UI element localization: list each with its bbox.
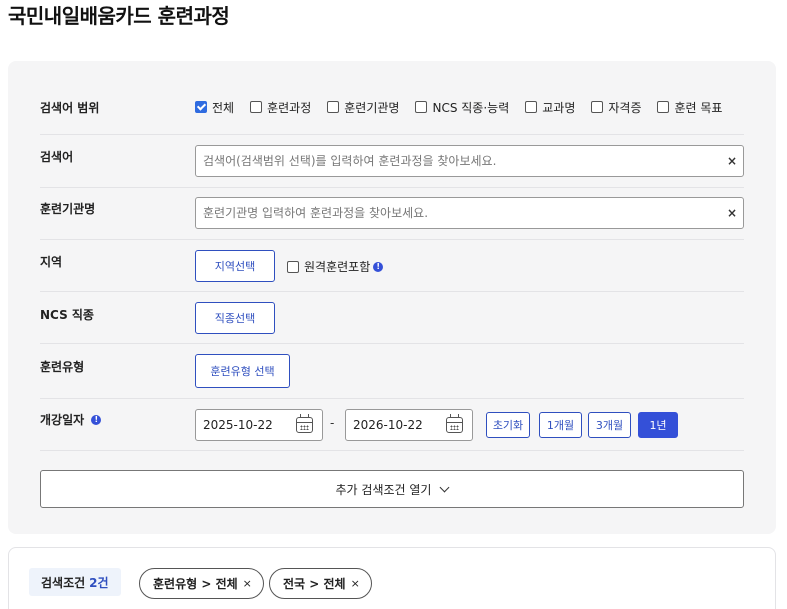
checkbox-icon[interactable] [591, 101, 604, 113]
training-type-row: 훈련유형 훈련유형 선택 [40, 344, 744, 399]
close-icon[interactable]: × [727, 206, 737, 220]
start-date-to-input[interactable]: 2026-10-22 [345, 409, 473, 441]
info-icon[interactable]: ! [91, 415, 102, 425]
scope-option-course[interactable]: 훈련과정 [250, 99, 311, 116]
checkbox-icon[interactable] [415, 101, 428, 113]
scope-option-ncs[interactable]: NCS 직종·능력 [415, 99, 509, 116]
period-buttons: 초기화 1개월 3개월 1년 [486, 412, 686, 438]
more-conditions-button[interactable]: 추가 검색조건 열기 [40, 470, 744, 508]
region-label: 지역 [40, 255, 63, 269]
training-type-label: 훈련유형 [40, 360, 85, 374]
start-date-row: 개강일자 ! 2025-10-22 - 2026-10-22 초기화 1개월 3… [40, 399, 744, 451]
search-conditions-count: 2건 [89, 575, 109, 590]
search-conditions-panel: 검색조건 2건 훈련유형 > 전체 × 전국 > 전체 × [8, 547, 776, 609]
keyword-field[interactable]: × [195, 145, 744, 177]
keyword-input[interactable] [203, 154, 713, 168]
training-type-select-button[interactable]: 훈련유형 선택 [195, 354, 290, 388]
info-icon[interactable]: ! [373, 261, 384, 272]
condition-chip-region[interactable]: 전국 > 전체 × [269, 568, 372, 599]
close-icon[interactable]: × [727, 154, 737, 168]
institution-row: 훈련기관명 × [40, 188, 744, 240]
start-date-label: 개강일자 ! [40, 411, 102, 428]
close-icon[interactable]: × [243, 577, 252, 590]
calendar-icon[interactable] [446, 414, 463, 433]
search-conditions-label: 검색조건 2건 [29, 568, 121, 596]
period-1year-button[interactable]: 1년 [638, 412, 678, 438]
search-scope-label: 검색어 범위 [40, 101, 100, 115]
condition-chip-training-type[interactable]: 훈련유형 > 전체 × [139, 568, 264, 599]
page-title: 국민내일배움카드 훈련과정 [8, 4, 230, 28]
calendar-icon[interactable] [296, 414, 313, 433]
close-icon[interactable]: × [351, 577, 360, 590]
remote-training-checkbox[interactable]: 원격훈련포함 ! [287, 258, 384, 275]
ncs-row: NCS 직종 직종선택 [40, 292, 744, 344]
search-scope-row: 검색어 범위 전체 훈련과정 훈련기관명 NCS 직종·능력 교과명 자격증 훈… [40, 86, 744, 135]
checkbox-icon[interactable] [657, 101, 670, 113]
ncs-select-button[interactable]: 직종선택 [195, 302, 275, 334]
date-separator: - [330, 416, 335, 430]
institution-label: 훈련기관명 [40, 202, 96, 216]
start-date-from-input[interactable]: 2025-10-22 [195, 409, 323, 441]
scope-option-subject[interactable]: 교과명 [525, 99, 575, 116]
keyword-label: 검색어 [40, 150, 74, 164]
ncs-label: NCS 직종 [40, 308, 94, 322]
institution-field[interactable]: × [195, 197, 744, 229]
search-panel: 검색어 범위 전체 훈련과정 훈련기관명 NCS 직종·능력 교과명 자격증 훈… [8, 61, 776, 534]
period-3month-button[interactable]: 3개월 [588, 412, 631, 438]
checkbox-icon[interactable] [250, 101, 263, 113]
checkbox-icon[interactable] [327, 101, 340, 113]
institution-input[interactable] [203, 206, 713, 220]
scope-option-institution[interactable]: 훈련기관명 [327, 99, 399, 116]
region-row: 지역 지역선택 원격훈련포함 ! [40, 240, 744, 292]
checkbox-checked-icon[interactable] [195, 101, 207, 113]
checkbox-icon[interactable] [287, 260, 299, 273]
period-reset-button[interactable]: 초기화 [486, 412, 530, 438]
scope-option-all[interactable]: 전체 [195, 99, 234, 116]
scope-option-goal[interactable]: 훈련 목표 [657, 99, 722, 116]
period-1month-button[interactable]: 1개월 [539, 412, 582, 438]
chevron-down-icon [440, 482, 450, 492]
region-select-button[interactable]: 지역선택 [195, 250, 275, 282]
scope-option-certificate[interactable]: 자격증 [591, 99, 641, 116]
keyword-row: 검색어 × [40, 135, 744, 188]
checkbox-icon[interactable] [525, 101, 538, 113]
search-scope-options: 전체 훈련과정 훈련기관명 NCS 직종·능력 교과명 자격증 훈련 목표 [195, 86, 722, 128]
